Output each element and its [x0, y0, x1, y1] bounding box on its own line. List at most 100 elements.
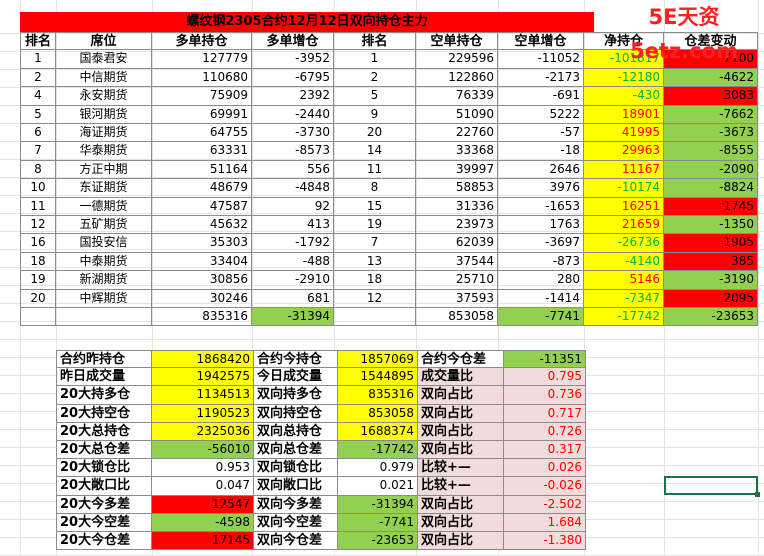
short-change-cell[interactable]: 5222 — [498, 105, 584, 124]
long-change-cell[interactable]: 556 — [252, 160, 334, 180]
rank-short-cell[interactable]: 5 — [334, 87, 416, 106]
summary-value-a[interactable]: 0.953 — [152, 459, 254, 478]
rank-long-cell[interactable]: 5 — [20, 105, 56, 124]
net-position-cell[interactable]: 41995 — [584, 124, 664, 143]
short-position-cell[interactable]: 31336 — [416, 197, 498, 216]
summary-value-a[interactable]: 1868420 — [152, 350, 254, 369]
rank-short-cell[interactable]: 20 — [334, 124, 416, 143]
summary-label-c[interactable]: 双向占比 — [418, 404, 504, 423]
short-change-cell[interactable]: -1653 — [498, 197, 584, 216]
short-change-cell[interactable]: -18 — [498, 142, 584, 161]
total-short-change-cell[interactable]: -7741 — [498, 308, 584, 327]
short-position-cell[interactable]: 76339 — [416, 87, 498, 106]
net-position-cell[interactable]: -7347 — [584, 289, 664, 308]
diff-change-cell[interactable]: -8824 — [664, 179, 758, 198]
total-net-cell[interactable]: -17742 — [584, 308, 664, 327]
long-position-cell[interactable]: 47587 — [152, 197, 252, 216]
diff-change-cell[interactable]: 1745 — [664, 197, 758, 216]
seat-cell[interactable]: 五矿期货 — [56, 216, 152, 235]
summary-value-c[interactable]: -1.380 — [504, 532, 586, 551]
summary-value-c[interactable]: 0.736 — [504, 386, 586, 405]
net-position-cell[interactable]: 5146 — [584, 271, 664, 290]
spreadsheet-sheet[interactable]: 排名 席位 多单持仓 多单增仓 排名 空单持仓 空单增仓 净持仓 仓差变动 1 国泰君安 127779… — [0, 0, 764, 556]
summary-label-c[interactable]: 双向占比 — [418, 532, 504, 551]
summary-label-a[interactable]: 20大锁仓比 — [56, 459, 152, 478]
long-change-cell[interactable]: -2440 — [252, 105, 334, 124]
rank-short-cell[interactable]: 13 — [334, 252, 416, 272]
summary-label-c[interactable]: 成交量比 — [418, 368, 504, 387]
long-change-cell[interactable]: -4848 — [252, 179, 334, 198]
short-position-cell[interactable]: 229596 — [416, 50, 498, 69]
net-position-cell[interactable]: 16251 — [584, 197, 664, 216]
short-position-cell[interactable]: 37544 — [416, 252, 498, 272]
selected-cell[interactable] — [664, 476, 760, 497]
seat-cell[interactable]: 永安期货 — [56, 87, 152, 106]
short-change-cell[interactable]: -11052 — [498, 50, 584, 69]
seat-cell[interactable]: 华泰期货 — [56, 142, 152, 161]
summary-label-b[interactable]: 双向总持仓 — [254, 422, 338, 441]
diff-change-cell[interactable]: -2090 — [664, 160, 758, 180]
summary-value-b[interactable]: 853058 — [338, 404, 418, 423]
summary-label-a[interactable]: 20大总持仓 — [56, 422, 152, 441]
short-change-cell[interactable]: 2646 — [498, 160, 584, 180]
long-change-cell[interactable]: 2392 — [252, 87, 334, 106]
seat-cell[interactable]: 方正中期 — [56, 160, 152, 180]
summary-value-b[interactable]: 0.979 — [338, 459, 418, 478]
rank-long-cell[interactable]: 16 — [20, 234, 56, 253]
summary-value-a[interactable]: 0.047 — [152, 477, 254, 496]
summary-value-a[interactable]: 2325036 — [152, 422, 254, 441]
diff-change-cell[interactable]: -1350 — [664, 216, 758, 235]
diff-change-cell[interactable]: 3083 — [664, 87, 758, 106]
totals-blank[interactable] — [20, 308, 56, 327]
net-position-cell[interactable]: -10174 — [584, 179, 664, 198]
summary-value-c[interactable]: 1.684 — [504, 513, 586, 532]
summary-label-a[interactable]: 20大今空差 — [56, 513, 152, 532]
seat-cell[interactable]: 银河期货 — [56, 105, 152, 124]
summary-value-a[interactable]: 1134513 — [152, 386, 254, 405]
summary-label-b[interactable]: 双向总仓差 — [254, 441, 338, 460]
rank-long-cell[interactable]: 10 — [20, 179, 56, 198]
seat-cell[interactable]: 一德期货 — [56, 197, 152, 216]
rank-long-cell[interactable]: 8 — [20, 160, 56, 180]
summary-label-b[interactable]: 双向持多仓 — [254, 386, 338, 405]
summary-value-a[interactable]: -4598 — [152, 513, 254, 532]
summary-value-c[interactable]: 0.717 — [504, 404, 586, 423]
long-change-cell[interactable]: 413 — [252, 216, 334, 235]
rank-long-cell[interactable]: 7 — [20, 142, 56, 161]
long-position-cell[interactable]: 110680 — [152, 68, 252, 88]
summary-value-c[interactable]: -11351 — [504, 350, 586, 369]
seat-cell[interactable]: 国泰君安 — [56, 50, 152, 69]
long-position-cell[interactable]: 64755 — [152, 124, 252, 143]
long-change-cell[interactable]: 92 — [252, 197, 334, 216]
rank-short-cell[interactable]: 7 — [334, 234, 416, 253]
rank-short-cell[interactable]: 11 — [334, 160, 416, 180]
diff-change-cell[interactable]: 385 — [664, 252, 758, 272]
seat-cell[interactable]: 东证期货 — [56, 179, 152, 198]
long-change-cell[interactable]: -1792 — [252, 234, 334, 253]
column-header-short-change[interactable]: 空单增仓 — [498, 32, 584, 51]
short-change-cell[interactable]: -3697 — [498, 234, 584, 253]
summary-value-b[interactable]: -23653 — [338, 532, 418, 551]
short-position-cell[interactable]: 22760 — [416, 124, 498, 143]
summary-label-c[interactable]: 比较+— — [418, 477, 504, 496]
diff-change-cell[interactable]: -3673 — [664, 124, 758, 143]
long-change-cell[interactable]: -488 — [252, 252, 334, 272]
long-change-cell[interactable]: 681 — [252, 289, 334, 308]
long-position-cell[interactable]: 75909 — [152, 87, 252, 106]
summary-value-c[interactable]: -0.026 — [504, 477, 586, 496]
summary-value-b[interactable]: -7741 — [338, 513, 418, 532]
summary-label-a[interactable]: 20大敞口比 — [56, 477, 152, 496]
seat-cell[interactable]: 新湖期货 — [56, 271, 152, 290]
summary-value-c[interactable]: -2.502 — [504, 495, 586, 514]
rank-short-cell[interactable]: 18 — [334, 271, 416, 290]
column-header-short-position[interactable]: 空单持仓 — [416, 32, 498, 51]
column-header-long-change[interactable]: 多单增仓 — [252, 32, 334, 51]
summary-label-c[interactable]: 双向占比 — [418, 441, 504, 460]
long-position-cell[interactable]: 127779 — [152, 50, 252, 69]
column-header-seat[interactable]: 席位 — [56, 32, 152, 51]
net-position-cell[interactable]: 21659 — [584, 216, 664, 235]
summary-label-a[interactable]: 昨日成交量 — [56, 368, 152, 387]
summary-label-a[interactable]: 20大持多仓 — [56, 386, 152, 405]
net-position-cell[interactable]: -430 — [584, 87, 664, 106]
summary-value-b[interactable]: 835316 — [338, 386, 418, 405]
